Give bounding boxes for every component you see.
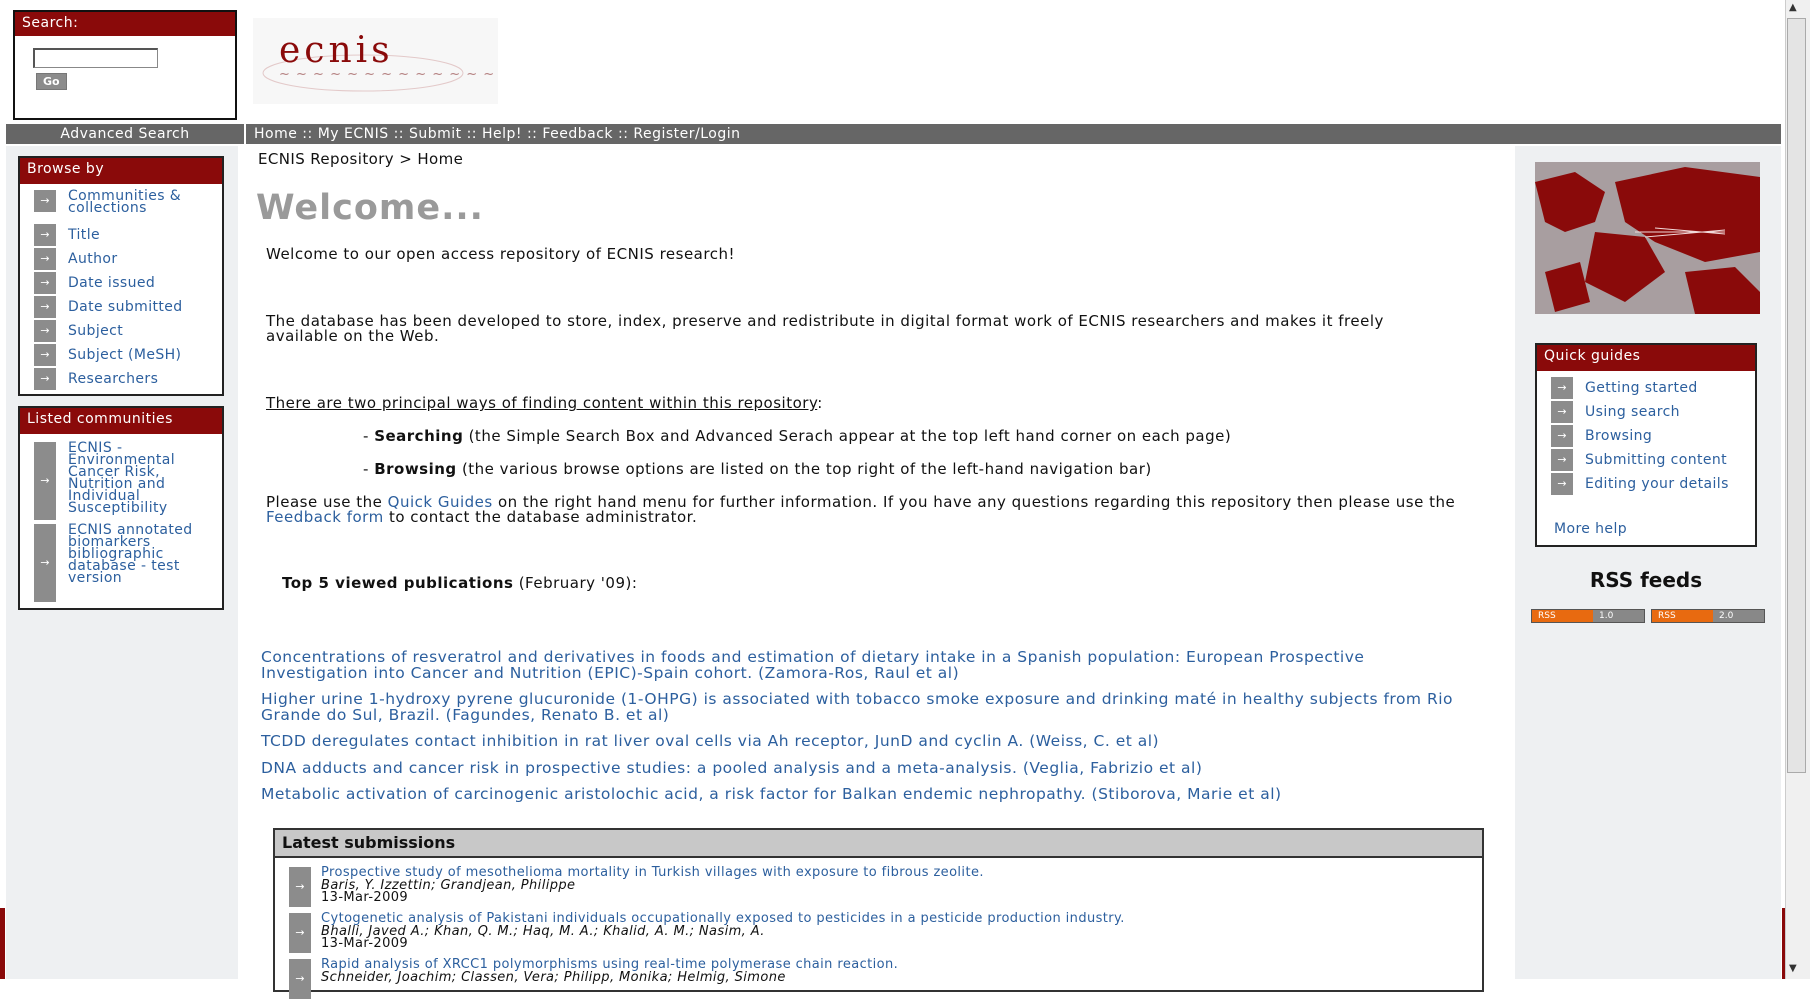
submission-date: 13-Mar-2009 [321, 936, 409, 951]
arrow-icon: → [34, 190, 56, 212]
searching-text: - Searching (the Simple Search Box and A… [363, 427, 1232, 445]
nav-my-ecnis[interactable]: My ECNIS [318, 126, 389, 142]
guide-using-search[interactable]: → Using search [1551, 401, 1680, 423]
ecnis-logo[interactable]: ~ ~ ~ ~ ~ ~ ~ ~ ~ ~ ~ ~ ~ ~ ~ ~ ~ ecnis [253, 18, 562, 104]
more-help-link[interactable]: More help [1554, 521, 1627, 537]
nav-home[interactable]: Home [254, 126, 297, 142]
browse-date-issued[interactable]: → Date issued [34, 272, 155, 294]
arrow-icon: → [34, 272, 56, 294]
scroll-up-icon[interactable]: ▲ [1789, 2, 1797, 13]
arrow-icon: → [34, 224, 56, 246]
browsing-text: - Browsing (the various browse options a… [363, 460, 1152, 478]
logo-text: ecnis [279, 30, 394, 71]
top5-heading: Top 5 viewed publications (February '09)… [282, 574, 638, 592]
quick-guides-panel: Quick guides → Getting started → Using sea… [1535, 343, 1757, 547]
breadcrumb: ECNIS Repository > Home [258, 150, 464, 168]
rss-1-0-badge[interactable]: RSS 1.0 [1531, 609, 1645, 623]
latest-submissions-panel: Latest submissions → Prospective study o… [273, 828, 1484, 999]
browse-title: Browse by [20, 158, 222, 184]
guide-getting-started[interactable]: → Getting started [1551, 377, 1698, 399]
submission-item: → Cytogenetic analysis of Pakistani indi… [289, 912, 1125, 953]
publication-link[interactable]: DNA adducts and cancer risk in prospecti… [261, 760, 1501, 776]
arrow-icon: → [34, 248, 56, 270]
arrow-icon: → [34, 368, 56, 390]
submission-date: 13-Mar-2009 [321, 890, 409, 905]
guide-editing-details[interactable]: → Editing your details [1551, 473, 1729, 495]
advanced-search-link[interactable]: Advanced Search [6, 124, 244, 144]
nav-feedback[interactable]: Feedback [542, 126, 613, 142]
guide-browsing[interactable]: → Browsing [1551, 425, 1652, 447]
community-ecnis[interactable]: → ECNIS - Environmental Cancer Risk, Nutr… [34, 441, 186, 520]
left-edge-accent [0, 908, 5, 979]
publication-link[interactable]: Concentrations of resveratrol and deriva… [261, 649, 1431, 681]
submission-authors: Schneider, Joachim; Classen, Vera; Phili… [321, 969, 786, 985]
help-text: Please use the Quick Guides on the right… [266, 493, 1456, 526]
page-title: Welcome... [256, 188, 484, 228]
communities-panel: Listed communities → ECNIS - Environmenta… [18, 406, 224, 610]
nav-submit[interactable]: Submit [409, 126, 462, 142]
quick-guides-title: Quick guides [1537, 345, 1755, 371]
search-input[interactable] [33, 48, 158, 68]
publication-link[interactable]: Metabolic activation of carcinogenic ari… [261, 786, 1561, 802]
browse-subject-mesh[interactable]: → Subject (MeSH) [34, 344, 181, 366]
submission-item: → Rapid analysis of XRCC1 polymorphisms … [289, 958, 898, 999]
scrollbar-thumb[interactable] [1787, 18, 1806, 773]
search-label: Search: [15, 12, 235, 36]
intro-text: Welcome to our open access repository of… [266, 245, 735, 263]
browse-subject[interactable]: → Subject [34, 320, 123, 342]
latest-submissions-title: Latest submissions [275, 830, 1482, 858]
nav-register-login[interactable]: Register/Login [633, 126, 740, 142]
submission-authors: Bhalli, Javed A.; Khan, Q. M.; Haq, M. A… [321, 923, 765, 939]
database-text: The database has been developed to store… [266, 312, 1384, 345]
scroll-down-icon[interactable]: ▼ [1789, 963, 1797, 974]
arrow-icon: → [1551, 377, 1573, 399]
browse-communities[interactable]: → Communities & collections [34, 189, 188, 215]
arrow-icon: → [34, 344, 56, 366]
submission-authors: Baris, Y. Izzettin; Grandjean, Philippe [321, 877, 576, 893]
arrow-icon: → [1551, 449, 1573, 471]
arrow-icon: → [1551, 425, 1573, 447]
arrow-icon: → [289, 959, 311, 999]
go-button[interactable]: Go [36, 73, 67, 90]
arrow-icon: → [34, 320, 56, 342]
arrow-icon: → [289, 913, 311, 953]
browse-researchers[interactable]: → Researchers [34, 368, 158, 390]
arrow-icon: → [34, 524, 56, 602]
arrow-icon: → [1551, 401, 1573, 423]
guide-submitting-content[interactable]: → Submitting content [1551, 449, 1727, 471]
arrow-icon: → [289, 867, 311, 907]
top-nav-bar: Home :: My ECNIS :: Submit :: Help! :: F… [246, 124, 1781, 144]
europe-map-image [1535, 162, 1760, 314]
rss-feeds-title: RSS feeds [1589, 568, 1703, 592]
browse-author[interactable]: → Author [34, 248, 118, 270]
nav-help[interactable]: Help! [482, 126, 522, 142]
arrow-icon: → [1551, 473, 1573, 495]
publication-link[interactable]: TCDD deregulates contact inhibition in r… [261, 733, 1501, 749]
browse-title-link[interactable]: → Title [34, 224, 100, 246]
submission-item: → Prospective study of mesothelioma mort… [289, 866, 984, 907]
browse-panel: Browse by → Communities & collections → Ti… [18, 156, 224, 396]
browse-date-submitted[interactable]: → Date submitted [34, 296, 183, 318]
rss-2-0-badge[interactable]: RSS 2.0 [1651, 609, 1765, 623]
search-box: Search: Go [13, 10, 237, 120]
communities-title: Listed communities [20, 408, 222, 434]
arrow-icon: → [34, 296, 56, 318]
publication-link[interactable]: Higher urine 1-hydroxy pyrene glucuronid… [261, 691, 1481, 723]
feedback-form-link[interactable]: Feedback form [266, 508, 384, 526]
ways-text: There are two principal ways of finding … [266, 394, 823, 412]
community-biomarkers[interactable]: → ECNIS annotated biomarkers bibliographi… [34, 523, 196, 602]
arrow-icon: → [34, 442, 56, 520]
